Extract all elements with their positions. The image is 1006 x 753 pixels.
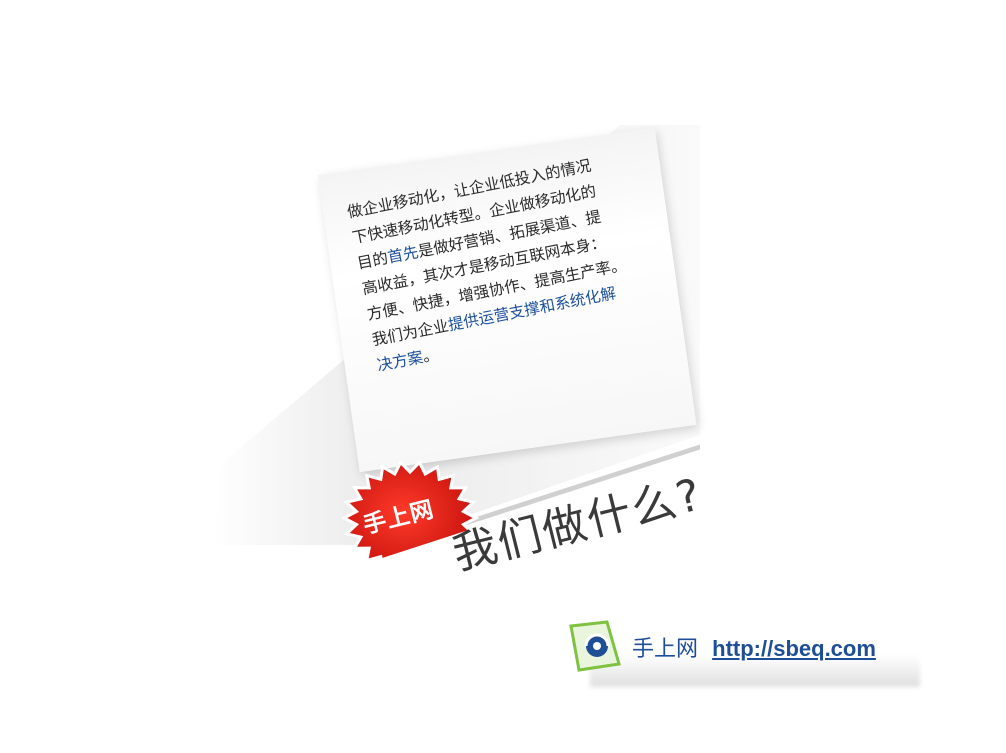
slide: 做企业移动化，让企业低投入的情况 下快速移动化转型。企业做移动化的 目的首先是做好营… <box>0 0 1006 753</box>
card-text-segment: 首先 <box>386 243 421 267</box>
site-logo-icon <box>569 620 621 672</box>
footer-site-name: 手上网 <box>632 637 699 662</box>
footer: 手上网 http://sbeq.com <box>632 631 876 663</box>
card-text-segment: 决方案 <box>375 348 425 375</box>
footer-url-link[interactable]: http://sbeq.com <box>712 636 876 661</box>
card-text-segment: 目的 <box>355 249 390 273</box>
card-text-segment: 。 <box>421 345 440 366</box>
